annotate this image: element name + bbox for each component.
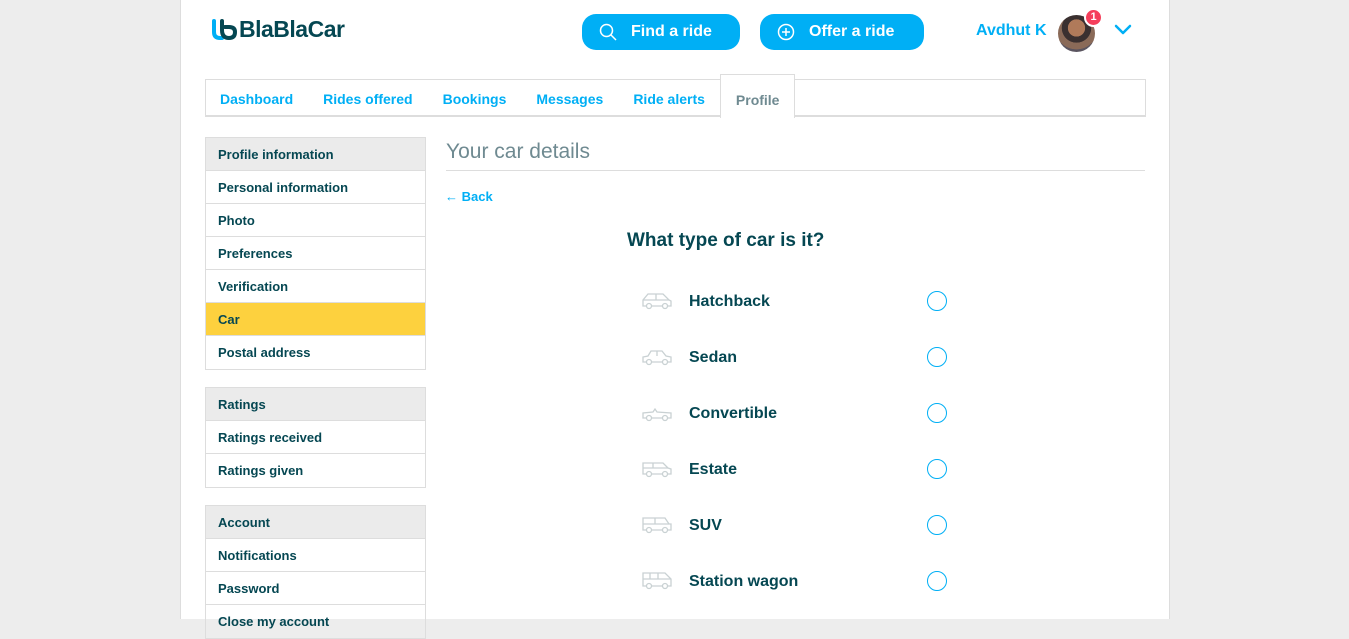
ratings-menu-title: Ratings bbox=[206, 388, 425, 421]
car-option-label: Station wagon bbox=[689, 573, 799, 590]
estate-icon bbox=[642, 462, 672, 478]
title-divider bbox=[446, 170, 1145, 171]
find-ride-label: Find a ride bbox=[631, 23, 712, 40]
car-option-estate[interactable]: Estate bbox=[641, 449, 951, 489]
sidebar-item-car[interactable]: Car bbox=[206, 303, 425, 336]
sidebar-item-close-account[interactable]: Close my account bbox=[206, 605, 425, 638]
page-title: Your car details bbox=[446, 140, 590, 163]
tab-profile[interactable]: Profile bbox=[719, 74, 796, 118]
chevron-down-icon[interactable] bbox=[1114, 23, 1132, 37]
tab-dashboard[interactable]: Dashboard bbox=[206, 80, 308, 115]
offer-ride-label: Offer a ride bbox=[809, 23, 895, 40]
notification-badge: 1 bbox=[1084, 8, 1103, 27]
car-option-station-wagon[interactable]: Station wagon bbox=[641, 561, 951, 601]
search-icon bbox=[599, 23, 617, 41]
sidebar-item-preferences[interactable]: Preferences bbox=[206, 237, 425, 270]
user-name-link[interactable]: Avdhut K bbox=[976, 22, 1047, 40]
back-link[interactable]: ← Back bbox=[445, 189, 493, 204]
hatchback-radio[interactable] bbox=[927, 291, 947, 311]
car-option-label: Convertible bbox=[689, 405, 778, 422]
car-option-hatchback[interactable]: Hatchback bbox=[641, 281, 951, 321]
sidebar-item-photo[interactable]: Photo bbox=[206, 204, 425, 237]
car-option-label: Estate bbox=[689, 461, 738, 478]
dashboard-tabs: Dashboard Rides offered Bookings Message… bbox=[205, 74, 1146, 118]
tab-ride-alerts[interactable]: Ride alerts bbox=[618, 80, 720, 115]
tab-rides-offered[interactable]: Rides offered bbox=[308, 80, 427, 115]
account-menu-title: Account bbox=[206, 506, 425, 539]
sidebar-item-password[interactable]: Password bbox=[206, 572, 425, 605]
sidebar-item-ratings-received[interactable]: Ratings received bbox=[206, 421, 425, 454]
suv-icon bbox=[642, 517, 672, 534]
car-option-label: Hatchback bbox=[689, 293, 770, 310]
offer-ride-button[interactable]: Offer a ride bbox=[760, 14, 924, 50]
plus-circle-icon bbox=[777, 23, 795, 41]
sidebar-item-verification[interactable]: Verification bbox=[206, 270, 425, 303]
car-option-convertible[interactable]: Convertible bbox=[641, 393, 951, 433]
profile-menu: Profile information Personal information… bbox=[205, 137, 426, 370]
car-type-question: What type of car is it? bbox=[627, 230, 825, 251]
find-ride-button[interactable]: Find a ride bbox=[582, 14, 740, 50]
car-option-label: SUV bbox=[689, 517, 722, 534]
car-option-label: Sedan bbox=[689, 349, 738, 366]
station-wagon-icon bbox=[642, 572, 672, 590]
profile-menu-title: Profile information bbox=[206, 138, 425, 171]
sidebar-item-notifications[interactable]: Notifications bbox=[206, 539, 425, 572]
sidebar-item-ratings-given[interactable]: Ratings given bbox=[206, 454, 425, 487]
convertible-icon bbox=[642, 407, 672, 422]
tab-bookings[interactable]: Bookings bbox=[428, 80, 522, 115]
convertible-radio[interactable] bbox=[927, 403, 947, 423]
blablacar-logo[interactable]: BlaBlaCar bbox=[211, 16, 345, 43]
estate-radio[interactable] bbox=[927, 459, 947, 479]
suv-radio[interactable] bbox=[927, 515, 947, 535]
sidebar-item-postal-address[interactable]: Postal address bbox=[206, 336, 425, 369]
sedan-icon bbox=[642, 350, 672, 366]
logo-text: BlaBlaCar bbox=[239, 16, 345, 42]
hatchback-icon bbox=[642, 293, 672, 310]
car-option-sedan[interactable]: Sedan bbox=[641, 337, 951, 377]
ratings-menu: Ratings Ratings received Ratings given bbox=[205, 387, 426, 488]
car-option-suv[interactable]: SUV bbox=[641, 505, 951, 545]
logo-mark-icon bbox=[211, 18, 238, 42]
sidebar-item-personal-information[interactable]: Personal information bbox=[206, 171, 425, 204]
station-wagon-radio[interactable] bbox=[927, 571, 947, 591]
tab-messages[interactable]: Messages bbox=[521, 80, 618, 115]
page-container: BlaBlaCar Find a ride Offer a ride Avdhu… bbox=[180, 0, 1170, 639]
sedan-radio[interactable] bbox=[927, 347, 947, 367]
